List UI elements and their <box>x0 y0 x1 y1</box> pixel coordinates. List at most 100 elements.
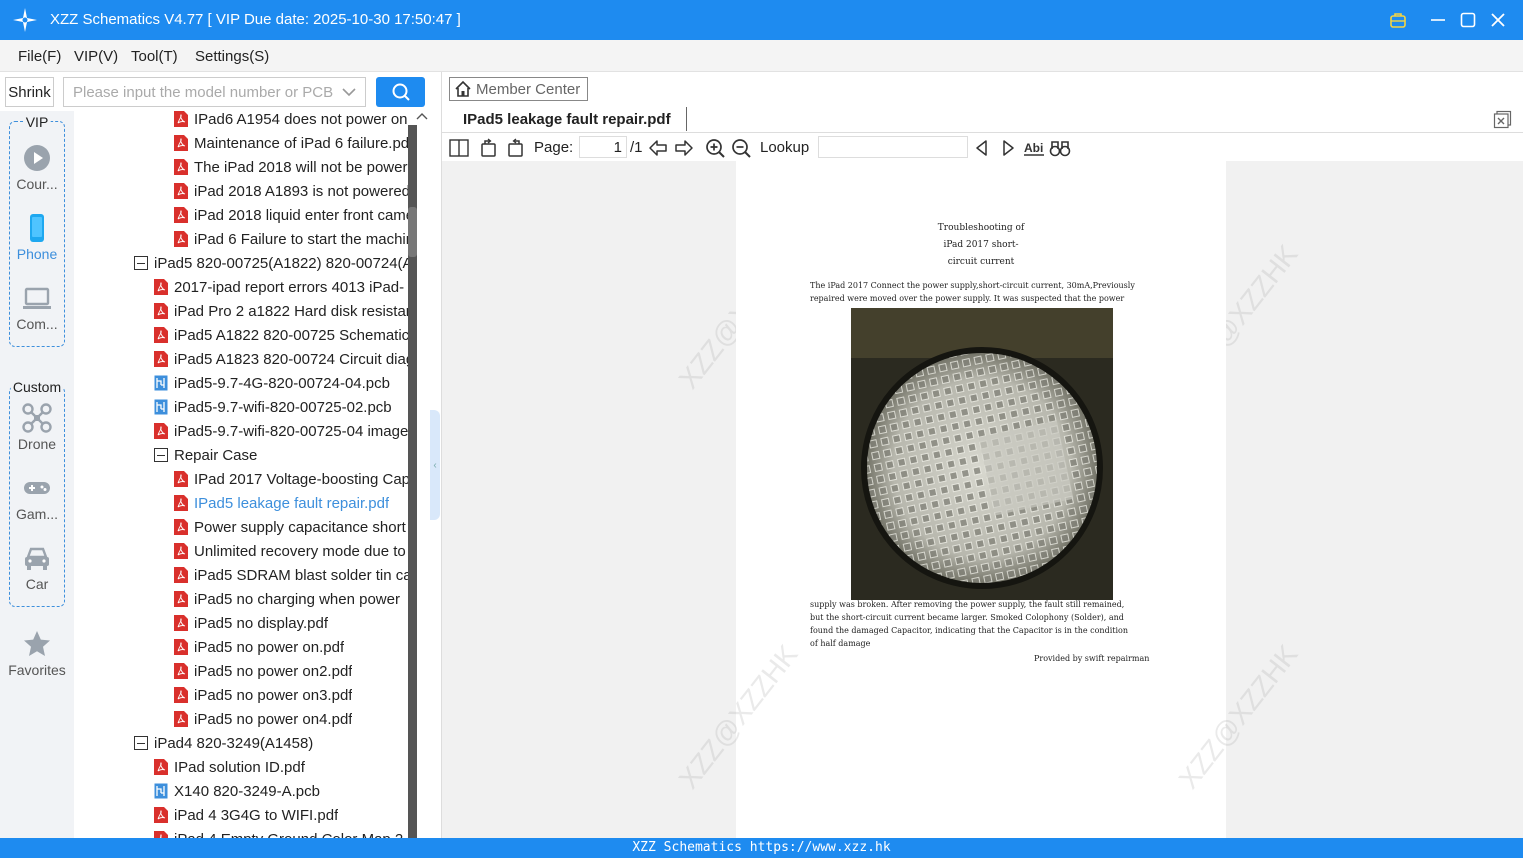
rotate-right-icon[interactable] <box>504 137 526 159</box>
tree-folder-node[interactable]: iPad5 820-00725(A1822) 820-00724(A1823) <box>134 251 408 275</box>
tree-node-label: Repair Case <box>174 446 258 464</box>
minimize-button[interactable] <box>1427 9 1449 31</box>
category-label: Drone <box>17 436 57 452</box>
tree-file-node[interactable]: iPad5-9.7-4G-820-00724-04.pcb <box>154 371 408 395</box>
rotate-left-icon[interactable] <box>478 137 500 159</box>
find-previous-icon[interactable] <box>971 137 993 159</box>
pdf-file-icon <box>174 663 188 679</box>
find-all-binoculars-icon[interactable] <box>1049 137 1071 159</box>
tree-file-node[interactable]: iPad5 no power on3.pdf <box>174 683 408 707</box>
arrow-right-icon[interactable] <box>673 137 695 159</box>
category-favorites[interactable]: Favorites <box>0 629 74 678</box>
tree-file-node[interactable]: IPad6 A1954 does not power on <box>174 107 408 131</box>
tree-scrollbar[interactable] <box>408 107 430 838</box>
tree-node-label: IPad5 leakage fault repair.pdf <box>194 494 390 512</box>
scroll-thumb[interactable] <box>408 207 417 257</box>
search-input[interactable] <box>63 77 366 107</box>
menu-tool[interactable]: Tool(T) <box>131 48 178 65</box>
two-page-view-icon[interactable] <box>448 137 470 159</box>
chevron-down-icon[interactable] <box>341 84 357 100</box>
pdf-file-icon <box>154 423 168 439</box>
find-next-icon[interactable] <box>997 137 1019 159</box>
pcb-file-icon <box>154 375 168 391</box>
tree-folder-node[interactable]: Repair Case <box>154 443 408 467</box>
document-tab[interactable]: IPad5 leakage fault repair.pdf <box>463 111 671 128</box>
document-viewer[interactable]: XZZ@XZZHK XZZ@XZZHK Troubleshooting of i… <box>442 161 1523 838</box>
menu-file[interactable]: File(F) <box>18 48 61 65</box>
tree-node-label: IPad6 A1954 does not power on <box>194 110 408 128</box>
category-computer[interactable]: Com... <box>0 283 74 332</box>
lookup-input[interactable] <box>818 136 968 158</box>
page-total: /1 <box>630 139 643 156</box>
tree-file-node[interactable]: iPad5 no charging when power <box>174 587 408 611</box>
tree-file-node[interactable]: Unlimited recovery mode due to <box>174 539 408 563</box>
tree-node-label: iPad5 A1823 820-00724 Circuit diagram <box>174 350 408 368</box>
tree-node-label: iPad 4 Empty Ground Color Map 2 <box>174 831 403 839</box>
tree-file-node[interactable]: iPad5 no power on4.pdf <box>174 707 408 731</box>
category-courses[interactable]: Cour... <box>0 143 74 192</box>
match-case-icon[interactable]: Abi <box>1023 137 1045 159</box>
tree-folder-node[interactable]: iPad4 820-3249(A1458) <box>134 731 408 755</box>
tree-file-node[interactable]: iPad5-9.7-wifi-820-00725-02.pcb <box>154 395 408 419</box>
tree-file-node[interactable]: iPad 2018 A1893 is not powered <box>174 179 408 203</box>
page-number-input[interactable] <box>579 136 627 158</box>
zoom-in-icon[interactable] <box>704 137 726 159</box>
tree-file-node[interactable]: iPad 2018 liquid enter front camera <box>174 203 408 227</box>
arrow-left-icon[interactable] <box>647 137 669 159</box>
category-drone[interactable]: Drone <box>0 403 74 452</box>
tree-file-node[interactable]: X140 820-3249-A.pcb <box>154 779 408 803</box>
pdf-file-icon <box>174 231 188 247</box>
pdf-file-icon <box>174 111 188 127</box>
tree-file-node[interactable]: iPad5 no power on2.pdf <box>174 659 408 683</box>
tree-file-node[interactable]: iPad 4 3G4G to WIFI.pdf <box>154 803 408 827</box>
tree-node-label: iPad5 no charging when power <box>194 590 400 608</box>
shrink-button[interactable]: Shrink <box>5 77 54 107</box>
tree-file-node[interactable]: iPad5 A1822 820-00725 Schematic <box>154 323 408 347</box>
category-game[interactable]: Gam... <box>0 473 74 522</box>
category-label: Car <box>25 576 49 592</box>
pane-collapse-handle[interactable]: ‹ <box>430 410 440 520</box>
tree-file-node[interactable]: Power supply capacitance short <box>174 515 408 539</box>
tree-file-node[interactable]: IPad solution ID.pdf <box>154 755 408 779</box>
menu-vip[interactable]: VIP(V) <box>74 48 118 65</box>
tree-file-node[interactable]: iPad5 A1823 820-00724 Circuit diagram <box>154 347 408 371</box>
category-phone[interactable]: Phone <box>0 213 74 262</box>
pdf-file-icon <box>174 519 188 535</box>
tree-node-label: iPad5 no power on3.pdf <box>194 686 353 704</box>
close-button[interactable] <box>1487 9 1509 31</box>
zoom-out-icon[interactable] <box>730 137 752 159</box>
pdf-file-icon <box>154 831 168 838</box>
tree-node-label: iPad5 820-00725(A1822) 820-00724(A1823) <box>154 254 408 272</box>
tree-file-node[interactable]: The iPad 2018 will not be powered <box>174 155 408 179</box>
close-tabs-icon[interactable] <box>1493 110 1512 129</box>
tree-file-node[interactable]: IPad 2017 Voltage-boosting Capacitor <box>174 467 408 491</box>
tree-file-node[interactable]: IPad5 leakage fault repair.pdf <box>174 491 408 515</box>
tree-file-node[interactable]: iPad5 SDRAM blast solder tin cause <box>174 563 408 587</box>
tree-file-node[interactable]: iPad Pro 2 a1822 Hard disk resistance <box>154 299 408 323</box>
search-icon <box>392 83 410 101</box>
collapse-toggle-icon[interactable] <box>134 736 148 750</box>
tree-node-label: iPad5-9.7-wifi-820-00725-02.pcb <box>174 398 392 416</box>
phone-icon <box>30 214 44 242</box>
search-button[interactable] <box>376 77 425 107</box>
member-center-button[interactable]: Member Center <box>449 77 588 101</box>
category-car[interactable]: Car <box>0 543 74 592</box>
tree-file-node[interactable]: iPad 4 Empty Ground Color Map 2 <box>154 827 408 838</box>
tree-file-node[interactable]: Maintenance of iPad 6 failure.pdf <box>174 131 408 155</box>
collapse-toggle-icon[interactable] <box>134 256 148 270</box>
page-label: Page: <box>534 139 574 156</box>
vip-bag-icon[interactable] <box>1387 9 1409 31</box>
tree-file-node[interactable]: iPad5-9.7-wifi-820-00725-04 image <box>154 419 408 443</box>
tree-file-node[interactable]: iPad 6 Failure to start the machine <box>174 227 408 251</box>
tree-file-node[interactable]: iPad5 no display.pdf <box>174 611 408 635</box>
scroll-up-icon[interactable] <box>416 111 428 121</box>
pdf-file-icon <box>174 687 188 703</box>
tree-file-node[interactable]: iPad5 no power on.pdf <box>174 635 408 659</box>
collapse-toggle-icon[interactable] <box>154 448 168 462</box>
tree-node-label: iPad5 no display.pdf <box>194 614 328 632</box>
menu-settings[interactable]: Settings(S) <box>195 48 269 65</box>
doc-text-line: supply was broken. After removing the po… <box>810 600 1125 609</box>
category-label: Favorites <box>8 662 66 678</box>
tree-file-node[interactable]: 2017-ipad report errors 4013 iPad- <box>154 275 408 299</box>
maximize-button[interactable] <box>1457 9 1479 31</box>
